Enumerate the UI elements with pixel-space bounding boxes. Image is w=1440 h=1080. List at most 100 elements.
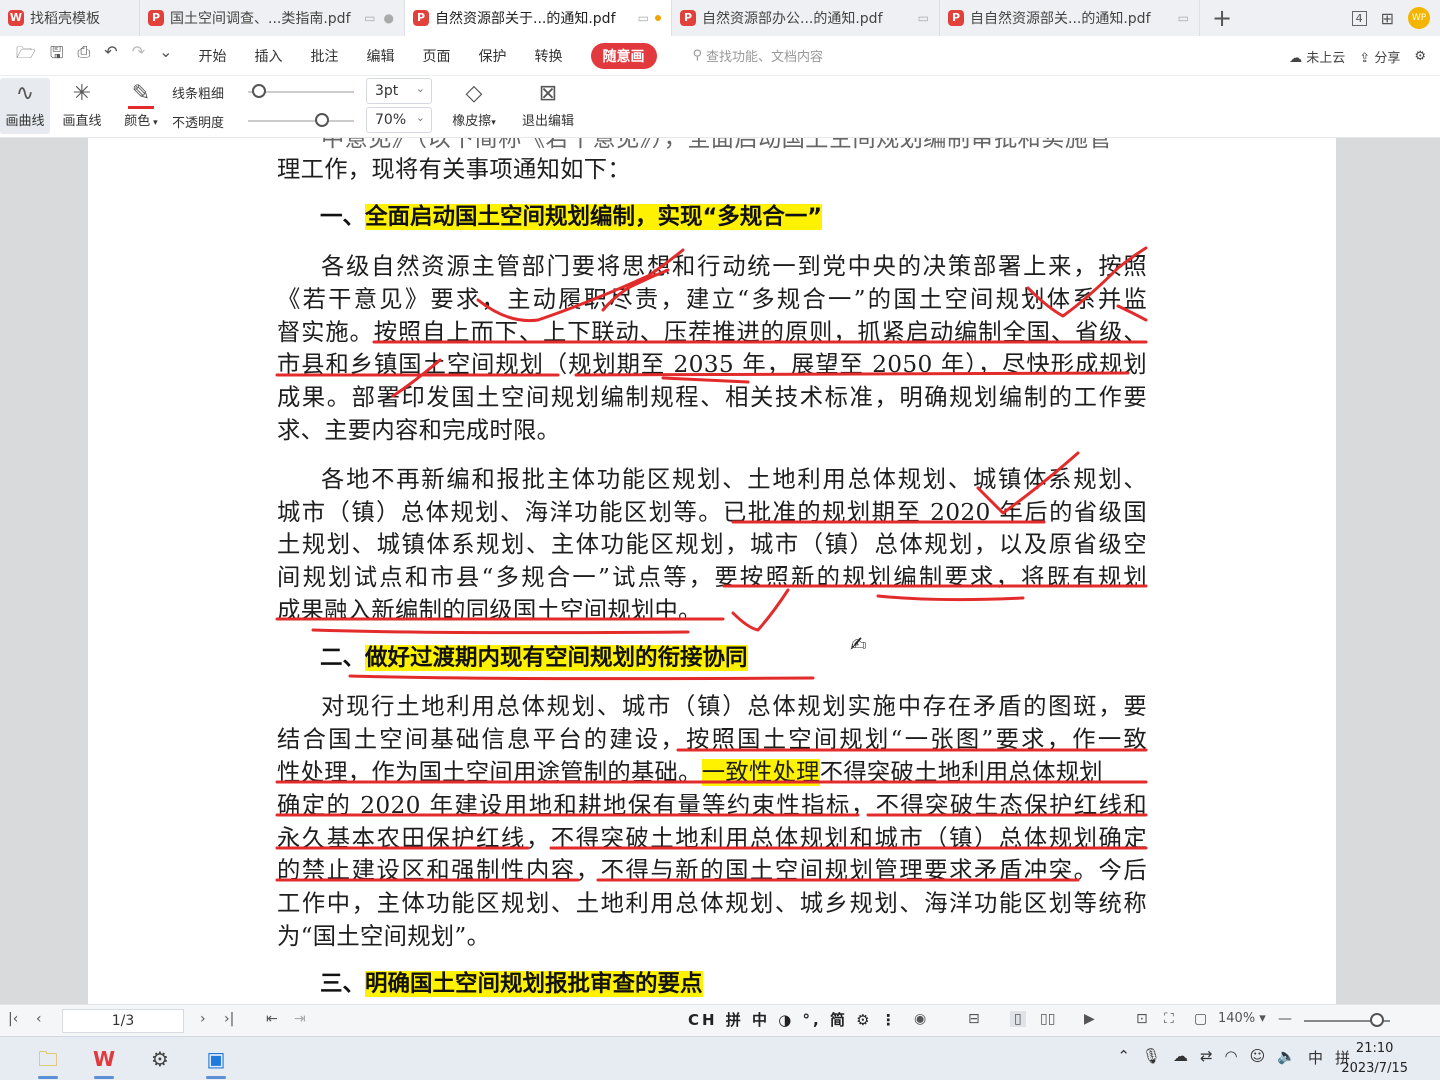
pdf-icon: P — [680, 10, 696, 26]
underline-stroke — [348, 674, 815, 681]
ime-floating-bar[interactable]: CH 拼 中 ◑ °, 简 ⚙ ⋮ — [688, 1009, 899, 1030]
next-page-icon[interactable]: › — [200, 1011, 206, 1027]
menu-bar: 🗁 🖫 ⎙ ↶ ↷ ⌄ 开始 插入 批注 编辑 页面 保护 转换 随意画 ⚲ 查… — [0, 36, 1440, 76]
opacity-dropdown[interactable]: 70% ⌄ — [366, 107, 432, 133]
pen-cursor-icon: ✍ — [850, 632, 867, 656]
heading-number: 二、 — [320, 645, 366, 671]
forward-view-icon[interactable]: ⇥ — [294, 1011, 306, 1027]
avatar[interactable]: WP — [1408, 7, 1430, 29]
tab-docer-templates[interactable]: W 找稻壳模板 — [0, 0, 140, 36]
color-swatch — [128, 106, 154, 109]
wps-logo-icon: W — [8, 10, 24, 26]
menu-convert[interactable]: 转换 — [535, 46, 563, 66]
input-mode[interactable]: 中 — [1308, 1047, 1323, 1068]
taskbar-clock[interactable]: 21:10 2023/7/15 — [1341, 1039, 1408, 1079]
monitor-icon[interactable]: ▭ — [918, 11, 929, 25]
save-icon[interactable]: 🖫 — [50, 42, 64, 69]
single-page-icon[interactable]: ▯ — [1010, 1011, 1026, 1027]
fullscreen-icon[interactable]: ▢ — [1194, 1011, 1207, 1027]
opacity-slider-track[interactable] — [248, 120, 354, 122]
pdf-icon: P — [148, 10, 164, 26]
zoom-out-icon[interactable]: — — [1278, 1011, 1292, 1027]
undo-icon[interactable]: ↶ — [104, 42, 117, 69]
menu-home[interactable]: 开始 — [199, 46, 227, 66]
text-line: 成果。部署印发国土空间规划编制规程、相关技术标准，明确规划编制的工作要 — [277, 384, 1147, 411]
play-icon[interactable]: ▶ — [1084, 1011, 1095, 1027]
eraser-button[interactable]: ◇ 橡皮擦▾ — [446, 78, 502, 134]
chevron-up-icon[interactable]: ⌃ — [1117, 1047, 1130, 1068]
cloud-status[interactable]: ☁ 未上云 — [1289, 47, 1345, 66]
zoom-slider-knob[interactable] — [1370, 1013, 1385, 1027]
exit-edit-button[interactable]: ⊠ 退出编辑 — [518, 78, 578, 134]
document-viewport[interactable]: 中意见》（以下简称《若干意见》），全面启动国土空间规划编制审批和实施管 理工作，… — [0, 138, 1440, 1004]
status-bar: |‹ ‹ 1/3 › ›| ⇤ ⇥ CH 拼 中 ◑ °, 简 ⚙ ⋮ ◉ ⊟ … — [0, 1004, 1440, 1036]
wps-office-icon[interactable]: W — [84, 1041, 124, 1079]
grid-apps-icon[interactable]: ⊞ — [1381, 9, 1394, 28]
thickness-dropdown[interactable]: 3pt ⌄ — [366, 78, 432, 104]
tab-pdf-2-active[interactable]: P 自然资源部关于...的通知.pdf ▭ — [405, 0, 672, 36]
heading-text-highlight: 做好过渡期内现有空间规划的衔接协同 — [365, 645, 748, 671]
settings-gear-icon[interactable]: ⚙ — [1414, 49, 1426, 64]
network-icon[interactable]: ⇄ — [1200, 1047, 1213, 1068]
text-highlight: 一致性处理 — [701, 759, 820, 786]
page-number-input[interactable]: 1/3 — [62, 1009, 184, 1033]
heading-text-highlight: 全面启动国土空间规划编制，实现“多规合一” — [365, 204, 823, 230]
cloud-app-icon[interactable]: ☁ — [1173, 1047, 1188, 1068]
file-explorer-icon[interactable]: 🗀 — [28, 1041, 68, 1079]
menu-protect[interactable]: 保护 — [479, 46, 507, 66]
menu-edit[interactable]: 编辑 — [367, 46, 395, 66]
thickness-slider-knob[interactable] — [251, 84, 266, 98]
monitor-icon[interactable]: ▭ — [638, 11, 649, 25]
opacity-label: 不透明度 — [172, 116, 225, 131]
redo-icon[interactable]: ↷ — [132, 42, 145, 69]
tab-count-icon[interactable]: 4 — [1351, 10, 1367, 26]
opacity-value: 70% — [375, 112, 407, 128]
text-line: 各地不再新编和报批主体功能区规划、土地利用总体规划、城镇体系规划、 — [321, 466, 1147, 493]
menu-freehand-draw[interactable]: 随意画 — [590, 42, 657, 69]
monitor-icon[interactable]: ▭ — [364, 11, 375, 25]
windows-taskbar: 🗀 W ⚙ ▣ ⌃ 🎙 ☁ ⇄ ◠ ☺ 🔈 中 拼 21:10 2023/7/1… — [0, 1036, 1440, 1080]
tab-pdf-3[interactable]: P 自然资源部办公...的通知.pdf ▭ — [672, 0, 940, 36]
menu-page[interactable]: 页面 — [423, 46, 451, 66]
tab-pdf-4[interactable]: P 自自然资源部关...的通知.pdf ▭ — [940, 0, 1200, 36]
color-label: 颜色 — [124, 114, 151, 129]
text-run: 不得突破土地利用总体规划 — [819, 759, 1103, 786]
text-run: 性处理，作为国土空间用途管制的基础。 — [277, 759, 702, 786]
microphone-icon[interactable]: 🎙 — [1142, 1047, 1161, 1068]
draw-line-button[interactable]: ✳ 画直线 — [57, 78, 107, 134]
actual-size-icon[interactable]: ⊡ — [1136, 1011, 1148, 1027]
first-page-icon[interactable]: |‹ — [8, 1011, 18, 1027]
menu-insert[interactable]: 插入 — [255, 46, 283, 66]
zoom-dropdown[interactable]: 140% ▾ — [1218, 1011, 1266, 1026]
fit-width-icon[interactable]: ⊟ — [968, 1011, 980, 1027]
qq-icon[interactable]: ☺ — [1250, 1047, 1266, 1068]
heading-3: 三、明确国土空间规划报批审查的要点 — [320, 968, 703, 1001]
menu-annotate[interactable]: 批注 — [311, 46, 339, 66]
prev-page-icon[interactable]: ‹ — [36, 1011, 42, 1027]
text-line: 的禁止建设区和强制性内容，不得与新的国土空间规划管理要求矛盾冲突。今后 — [277, 857, 1147, 884]
search-box[interactable]: ⚲ 查找功能、文档内容 — [693, 46, 824, 65]
settings-gear-icon[interactable]: ⚙ — [140, 1041, 180, 1077]
line-icon: ✳ — [72, 81, 92, 106]
tab-pdf-1[interactable]: P 国土空间调查、...类指南.pdf ▭ ● — [140, 0, 405, 36]
pdf-page[interactable]: 中意见》（以下简称《若干意见》），全面启动国土空间规划编制审批和实施管 理工作，… — [88, 138, 1336, 1004]
print-icon[interactable]: ⎙ — [77, 42, 90, 69]
chevron-down-icon[interactable]: ⌄ — [159, 42, 172, 69]
opacity-slider-knob[interactable] — [315, 113, 330, 127]
volume-icon[interactable]: 🔈 — [1277, 1047, 1296, 1068]
monitor-icon[interactable]: ▭ — [1178, 11, 1189, 25]
text-line: 结合国土空间基础信息平台的建设，按照国土空间规划“一张图”要求，作一致 — [277, 726, 1147, 753]
draw-curve-button[interactable]: ∿ 画曲线 — [0, 78, 50, 134]
folder-open-icon[interactable]: 🗁 — [16, 42, 36, 69]
clock-date: 2023/7/15 — [1341, 1061, 1408, 1076]
last-page-icon[interactable]: ›| — [224, 1011, 234, 1027]
back-view-icon[interactable]: ⇤ — [266, 1011, 278, 1027]
menu-right-group: ☁ 未上云 ⇪ 分享 ⚙ — [1289, 36, 1426, 76]
fit-page-icon[interactable]: ⛶ — [1164, 1011, 1174, 1027]
share-button[interactable]: ⇪ 分享 — [1359, 47, 1400, 66]
new-tab-plus-icon[interactable]: + — [1200, 0, 1244, 36]
two-page-icon[interactable]: ▯▯ — [1040, 1011, 1055, 1027]
photos-app-icon[interactable]: ▣ — [196, 1041, 236, 1079]
wifi-icon[interactable]: ◠ — [1225, 1047, 1238, 1068]
eye-protect-icon[interactable]: ◉ — [914, 1011, 926, 1027]
